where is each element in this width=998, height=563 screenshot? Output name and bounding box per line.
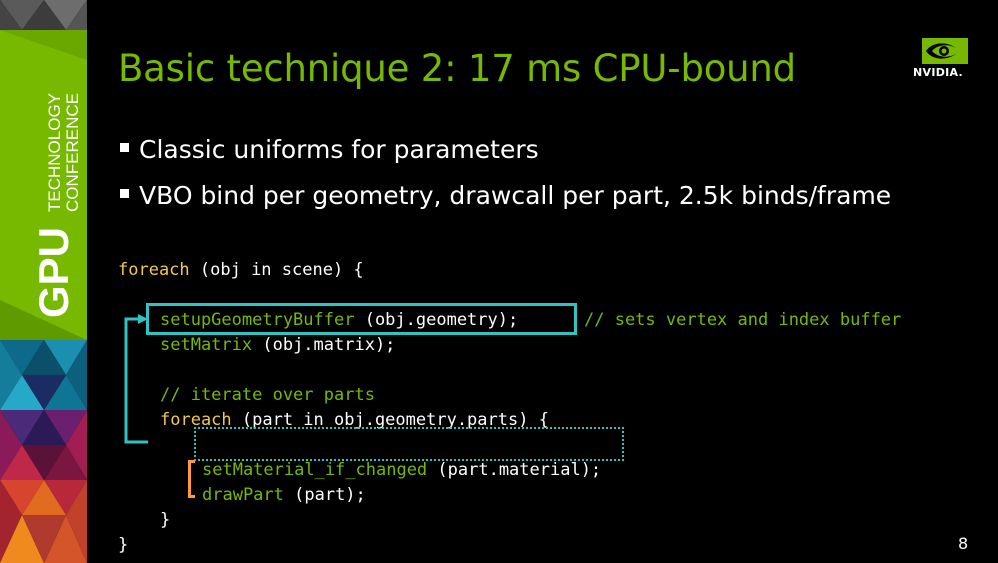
- code-line: }: [160, 510, 170, 530]
- code-function: setMaterial_if_changed: [202, 460, 428, 480]
- gtc-gpu-text: GPU: [30, 227, 77, 318]
- code-text: }: [160, 510, 171, 530]
- nvidia-logo-text: NVIDIA.: [913, 66, 964, 79]
- code-line: }: [118, 535, 128, 555]
- bullet-item: VBO bind per geometry, drawcall per part…: [120, 181, 891, 210]
- nvidia-eye-icon: [922, 38, 968, 64]
- code-comment: // iterate over parts: [160, 385, 375, 405]
- sidebar-banner: GPU TECHNOLOGY CONFERENCE: [0, 0, 87, 563]
- code-line: setMaterial_if_changed (part.material);: [202, 460, 601, 480]
- bullet-item: Classic uniforms for parameters: [120, 135, 539, 164]
- slide-title: Basic technique 2: 17 ms CPU-bound: [118, 47, 796, 90]
- bullet-text: Classic uniforms for parameters: [139, 135, 539, 164]
- code-text: (part.material);: [427, 460, 602, 480]
- loop-arrow-icon: [124, 314, 148, 444]
- code-text: (obj.matrix);: [252, 335, 396, 355]
- code-function: drawPart: [202, 485, 284, 505]
- bullet-text: VBO bind per geometry, drawcall per part…: [139, 181, 892, 210]
- code-comment: // sets vertex and index buffer: [584, 310, 902, 330]
- code-text: }: [118, 535, 129, 555]
- gtc-conference-text: CONFERENCE: [63, 93, 82, 212]
- code-keyword: foreach: [118, 260, 190, 280]
- bullet-square-icon: [120, 142, 129, 152]
- orange-bracket: [188, 460, 195, 498]
- gtc-technology-text: TECHNOLOGY: [45, 93, 64, 212]
- gtc-wordmark: GPU TECHNOLOGY CONFERENCE: [30, 93, 82, 318]
- highlight-box-placeholder: [194, 427, 624, 461]
- page-number: 8: [958, 534, 969, 553]
- code-function: setMatrix: [160, 335, 253, 355]
- code-line: setMatrix (obj.matrix);: [160, 335, 395, 355]
- code-line: foreach (obj in scene) {: [118, 260, 364, 280]
- highlight-box-geometry: [146, 303, 577, 335]
- code-text: (obj in scene) {: [189, 260, 364, 280]
- code-text: (part);: [283, 485, 366, 505]
- code-line: drawPart (part);: [202, 485, 366, 505]
- bullet-square-icon: [120, 188, 129, 198]
